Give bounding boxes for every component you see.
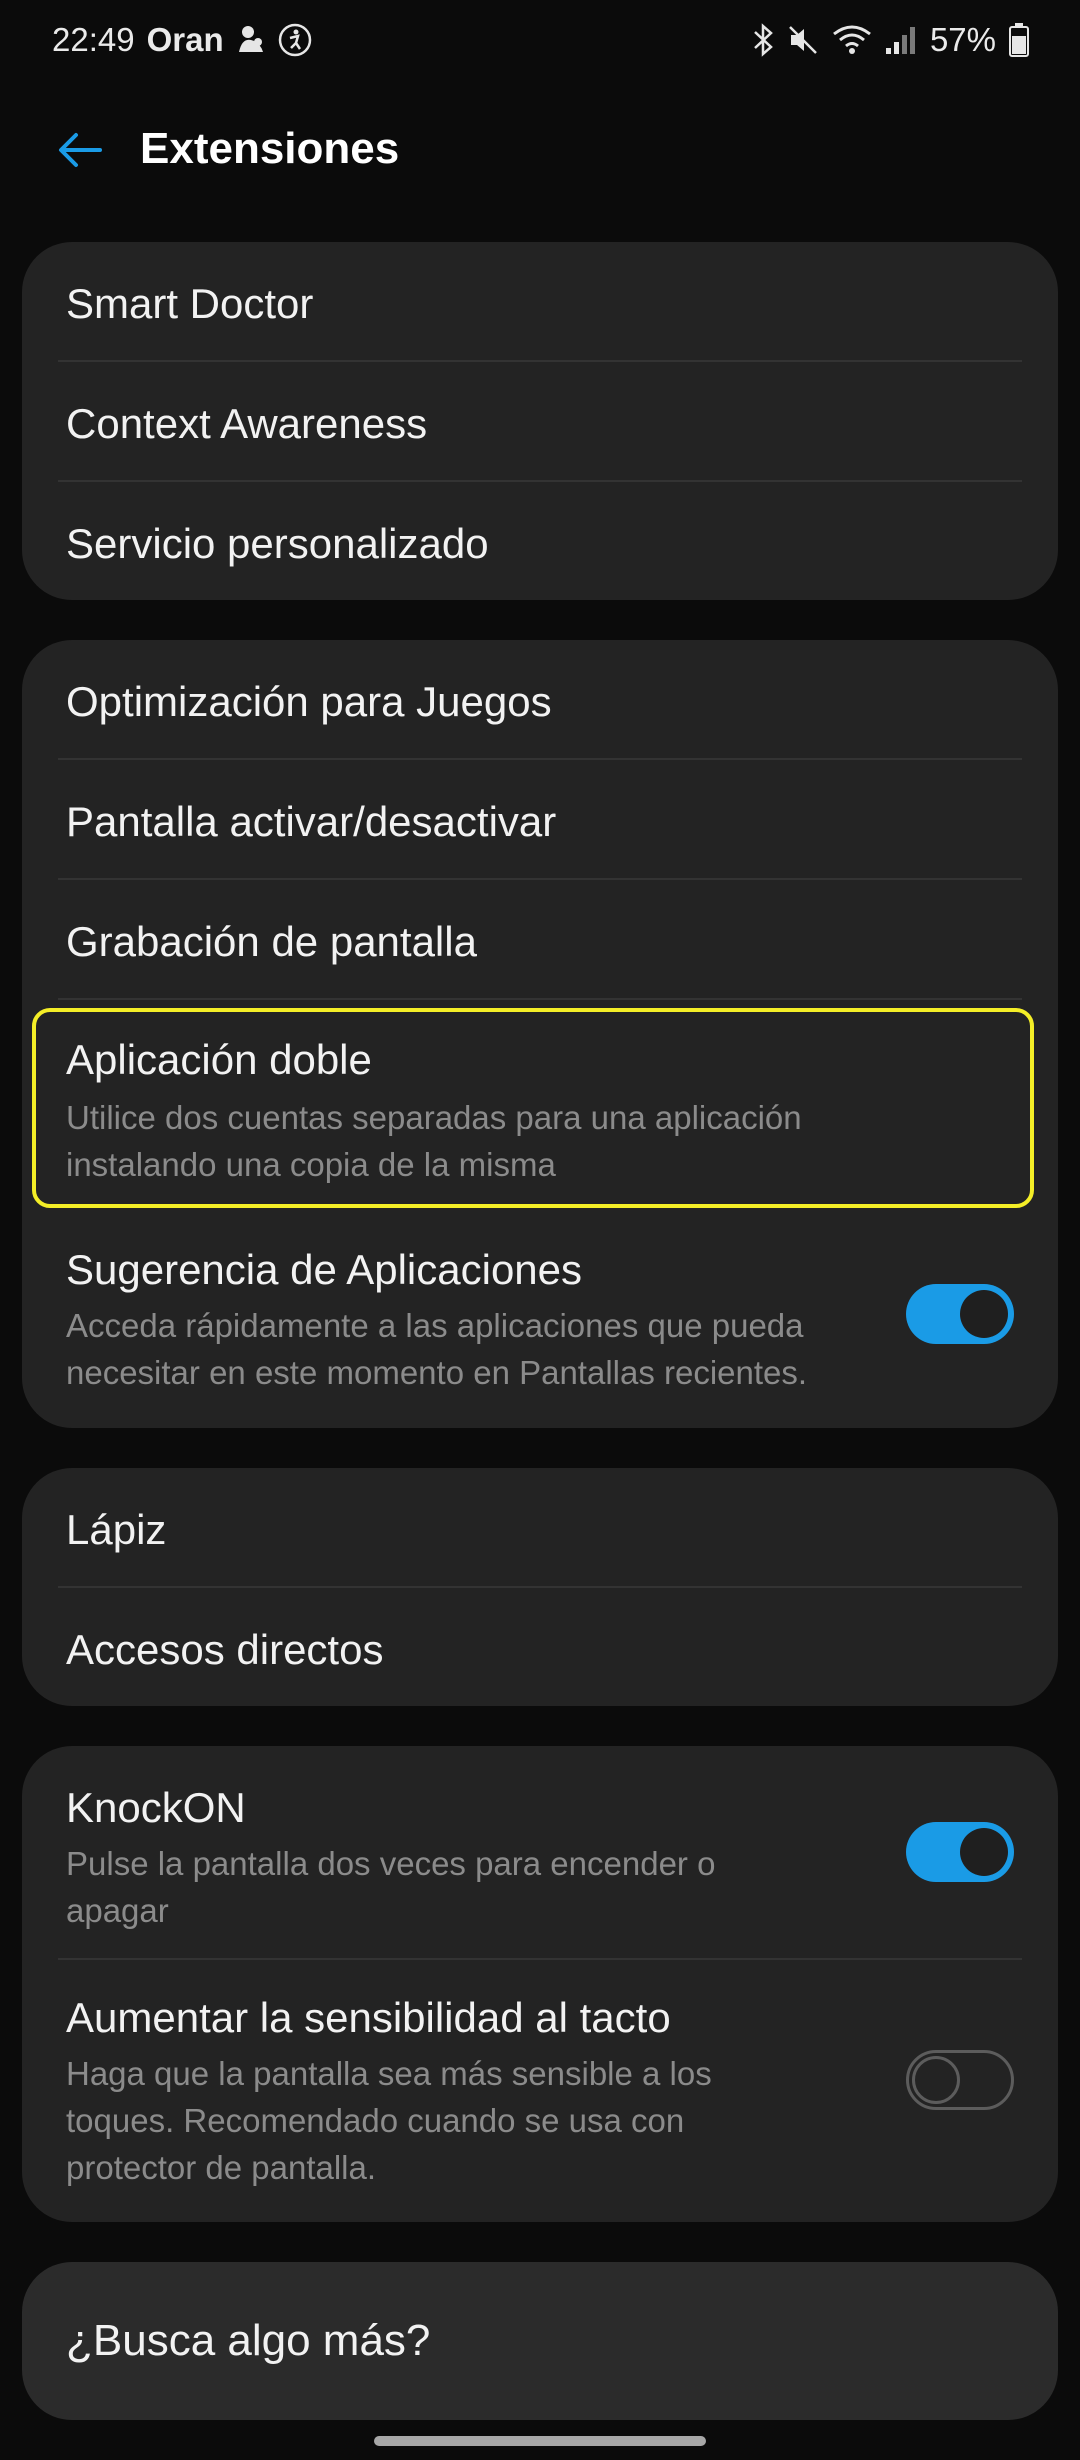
setting-optimizacion-juegos[interactable]: Optimización para Juegos (22, 640, 1058, 760)
description-line: Pulse la pantalla dos veces para encende… (66, 1845, 716, 1882)
description-line: apagar (66, 1892, 169, 1929)
setting-pantalla-activar[interactable]: Pantalla activar/desactivar (22, 760, 1058, 880)
battery-icon (1008, 22, 1030, 58)
settings-group-2: Optimización para Juegos Pantalla activa… (22, 640, 1058, 1428)
setting-title: KnockON (66, 1784, 246, 1831)
setting-sugerencia-aplicaciones[interactable]: Sugerencia de Aplicaciones Acceda rápida… (22, 1216, 1058, 1428)
description-line: Haga que la pantalla sea más sensible a … (66, 2055, 712, 2092)
back-arrow-icon (59, 133, 102, 167)
setting-aplicacion-doble[interactable]: Aplicación doble Utilice dos cuentas sep… (22, 1000, 1058, 1216)
setting-knockon[interactable]: KnockON Pulse la pantalla dos veces para… (22, 1746, 1058, 1960)
home-indicator[interactable] (374, 2436, 706, 2446)
settings-group-3: Lápiz Accesos directos (22, 1468, 1058, 1706)
battery-percent: 57% (929, 21, 996, 58)
knockon-toggle[interactable] (906, 1822, 1014, 1882)
accessibility-icon (278, 23, 312, 57)
description-line: Utilice dos cuentas separadas para una a… (66, 1099, 802, 1136)
setting-title: Sugerencia de Aplicaciones (66, 1246, 583, 1293)
search-more-button[interactable]: ¿Busca algo más? (22, 2262, 1058, 2420)
wifi-icon (832, 24, 872, 56)
toggle-knob (960, 1290, 1008, 1338)
setting-description: Haga que la pantalla sea más sensible a … (66, 2050, 886, 2191)
description-line: necesitar en este momento en Pantallas r… (66, 1354, 808, 1391)
signal-icon (884, 24, 918, 56)
settings-group-4: KnockON Pulse la pantalla dos veces para… (22, 1746, 1058, 2222)
setting-smart-doctor[interactable]: Smart Doctor (22, 242, 1058, 362)
setting-context-awareness[interactable]: Context Awareness (22, 362, 1058, 482)
setting-description: Utilice dos cuentas separadas para una a… (66, 1094, 886, 1188)
setting-title: Accesos directos (66, 1626, 384, 1673)
status-bar-left: 22:49 Oran (52, 16, 312, 64)
setting-servicio-personalizado[interactable]: Servicio personalizado (22, 482, 1058, 600)
page-title: Extensiones (140, 124, 400, 173)
toggle-knob (960, 1828, 1008, 1876)
setting-lapiz[interactable]: Lápiz (22, 1468, 1058, 1588)
description-line: instalando una copia de la misma (66, 1146, 556, 1183)
setting-description: Acceda rápidamente a las aplicaciones qu… (66, 1302, 886, 1396)
app-bar: Extensiones (0, 100, 1080, 200)
setting-title: Lápiz (66, 1506, 167, 1553)
setting-title: Aumentar la sensibilidad al tacto (66, 1994, 671, 2041)
description-line: Acceda rápidamente a las aplicaciones qu… (66, 1307, 804, 1344)
notification-icon (236, 24, 266, 56)
setting-title: Aplicación doble (66, 1036, 372, 1083)
description-line: protector de pantalla. (66, 2149, 377, 2186)
setting-title: Servicio personalizado (66, 520, 489, 567)
setting-description: Pulse la pantalla dos veces para encende… (66, 1840, 886, 1934)
setting-sensibilidad-tacto[interactable]: Aumentar la sensibilidad al tacto Haga q… (22, 1960, 1058, 2222)
search-more-label: ¿Busca algo más? (66, 2316, 431, 2365)
status-bar-right: 57% (752, 16, 1030, 64)
description-line: toques. Recomendado cuando se usa con (66, 2102, 685, 2139)
setting-title: Smart Doctor (66, 280, 314, 327)
status-bar: 22:49 Oran 57% (0, 0, 1080, 80)
sensibilidad-toggle[interactable] (906, 2050, 1014, 2110)
setting-grabacion-pantalla[interactable]: Grabación de pantalla (22, 880, 1058, 1000)
setting-title: Optimización para Juegos (66, 678, 552, 725)
toggle-knob (912, 2056, 960, 2104)
setting-title: Grabación de pantalla (66, 918, 477, 965)
back-button[interactable] (40, 120, 120, 180)
status-carrier: Oran (146, 21, 224, 58)
sugerencia-toggle[interactable] (906, 1284, 1014, 1344)
mute-icon (786, 23, 820, 57)
settings-group-1: Smart Doctor Context Awareness Servicio … (22, 242, 1058, 600)
setting-accesos-directos[interactable]: Accesos directos (22, 1588, 1058, 1706)
status-time: 22:49 (52, 21, 135, 58)
setting-title: Pantalla activar/desactivar (66, 798, 557, 845)
setting-title: Context Awareness (66, 400, 428, 447)
bluetooth-icon (752, 23, 774, 57)
